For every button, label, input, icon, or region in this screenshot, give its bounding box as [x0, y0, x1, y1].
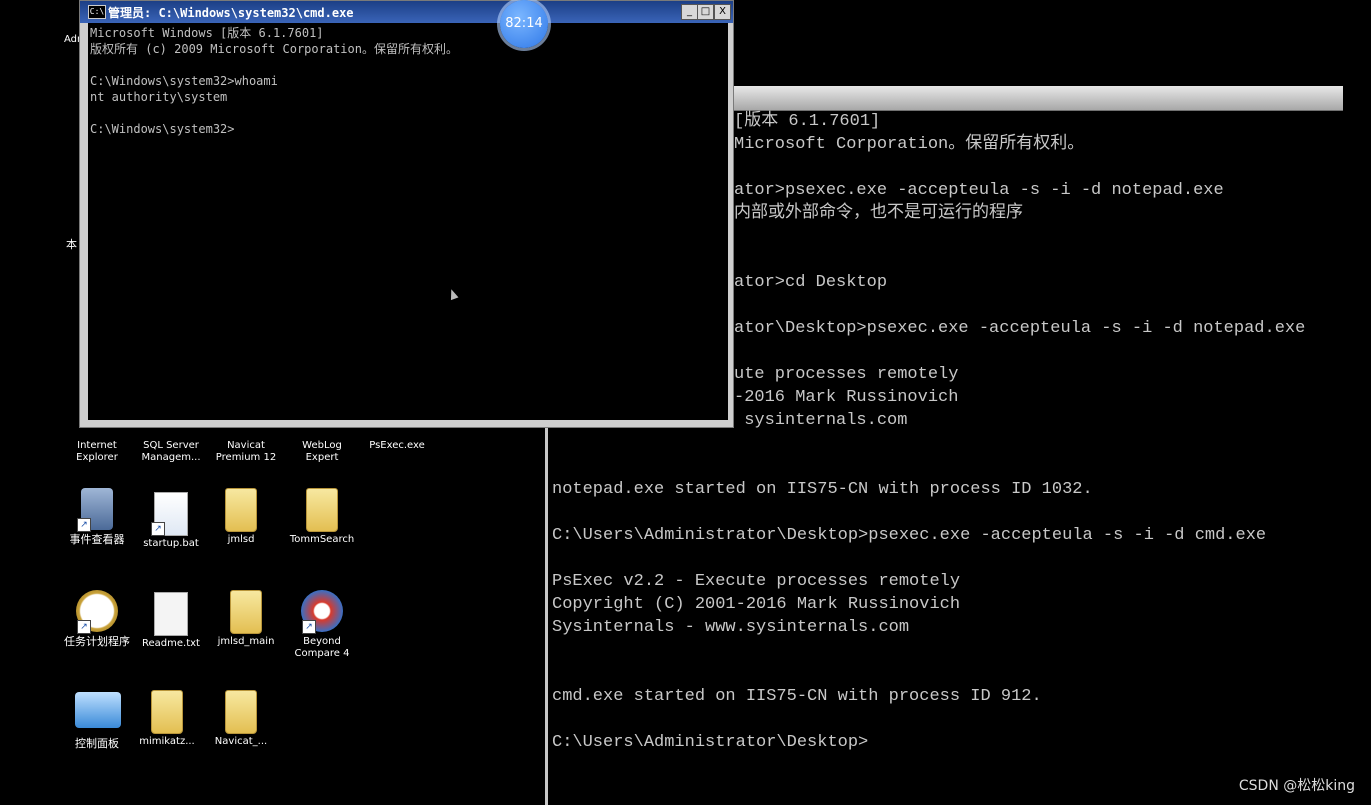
shortcut-arrow-icon: ↗: [77, 620, 91, 634]
startup-bat-icon: ↗: [149, 492, 193, 536]
desktop-icon-task-scheduler[interactable]: ↗ 任务计划程序: [64, 590, 130, 648]
icon-label: 控制面板: [75, 737, 119, 750]
event-viewer-icon: ↗: [75, 488, 119, 532]
console-line: Microsoft Corporation。保留所有权利。: [734, 135, 1085, 154]
console-line: ator>psexec.exe -accepteula -s -i -d not…: [734, 181, 1224, 200]
maximize-button[interactable]: □: [697, 4, 714, 20]
background-console-title-end: [1343, 86, 1371, 110]
desktop-icon-event-viewer[interactable]: ↗ 事件查看器: [64, 488, 130, 546]
console-line: nt authority\system: [90, 90, 228, 104]
desktop-icon-tommsearch[interactable]: TommSearch: [289, 488, 355, 546]
icon-label: jmlsd_main: [217, 636, 275, 647]
shortcut-arrow-icon: ↗: [302, 620, 316, 634]
icon-label: Beyond Compare 4: [294, 636, 350, 659]
cmd-window-title: 管理员: C:\Windows\system32\cmd.exe: [108, 6, 354, 20]
desktop-icon-readme[interactable]: Readme.txt: [138, 592, 204, 650]
cmd-output-area[interactable]: Microsoft Windows [版本 6.1.7601] 版权所有 (c) …: [88, 23, 728, 420]
cmd-titlebar[interactable]: C:\ 管理员: C:\Windows\system32\cmd.exe _ □…: [80, 1, 733, 23]
folder-icon: [300, 488, 344, 532]
icon-label: startup.bat: [143, 538, 199, 549]
folder-icon: [224, 590, 268, 634]
icon-label: SQL Server Managem...: [141, 440, 201, 463]
console-line: PsExec v2.2 - Execute processes remotely: [552, 572, 961, 591]
shortcut-arrow-icon: ↗: [77, 518, 91, 532]
console-line: 内部或外部命令，也不是可运行的程序: [734, 204, 1023, 223]
text-file-icon: [149, 592, 193, 636]
desktop-icon-navicat-folder[interactable]: Navicat_...: [208, 690, 274, 748]
cmd-app-icon: C:\: [88, 5, 106, 19]
icon-label: PsExec.exe: [369, 440, 425, 451]
desktop-icon-beyond-compare[interactable]: ↗ Beyond Compare 4: [289, 590, 355, 660]
beyond-compare-icon: ↗: [300, 590, 344, 634]
console-line: ator\Desktop>psexec.exe -accepteula -s -…: [734, 319, 1306, 338]
console-line: sysinternals.com: [734, 411, 908, 430]
icon-label: Internet Explorer: [76, 440, 118, 463]
recording-timer-badge: 82:14: [500, 0, 548, 48]
desktop-icon-jmlsd[interactable]: jmlsd: [208, 488, 274, 546]
icon-label: Navicat_...: [214, 736, 268, 747]
console-line: C:\Users\Administrator\Desktop>psexec.ex…: [552, 526, 1267, 545]
folder-icon: [145, 690, 189, 734]
console-line: cmd.exe started on IIS75-CN with process…: [552, 687, 1042, 706]
watermark: CSDN @松松king: [1238, 778, 1355, 794]
desktop-partial-label-local: 本: [66, 238, 77, 251]
icon-label: 事件查看器: [69, 533, 125, 546]
shortcut-arrow-icon: ↗: [151, 522, 165, 536]
close-button[interactable]: X: [714, 4, 731, 20]
console-line: ator>cd Desktop: [734, 273, 888, 292]
console-line: C:\Windows\system32>whoami: [90, 74, 278, 88]
control-panel-icon: [75, 692, 121, 736]
desktop-icon-jmlsd-main[interactable]: jmlsd_main: [213, 590, 279, 648]
console-line: notepad.exe started on IIS75-CN with pro…: [552, 480, 1093, 499]
icon-label: TommSearch: [289, 534, 355, 545]
console-line: ute processes remotely: [734, 365, 959, 384]
desktop-icon-mimikatz[interactable]: mimikatz...: [134, 690, 200, 748]
console-line: C:\Users\Administrator\Desktop>: [552, 733, 869, 752]
icon-label: Readme.txt: [142, 638, 200, 649]
icon-label: WebLog Expert: [302, 440, 342, 463]
icon-label: jmlsd: [227, 534, 255, 545]
cmd-window[interactable]: C:\ 管理员: C:\Windows\system32\cmd.exe _ □…: [79, 0, 734, 428]
console-line: Microsoft Windows [版本 6.1.7601]: [90, 26, 324, 40]
console-line: 版权所有 (c) 2009 Microsoft Corporation。保留所有…: [90, 42, 458, 56]
minimize-button[interactable]: _: [681, 4, 698, 20]
icon-label: mimikatz...: [139, 736, 195, 747]
console-line: Sysinternals - www.sysinternals.com: [552, 618, 910, 637]
icon-label: Navicat Premium 12: [215, 440, 277, 463]
console-line: [版本 6.1.7601]: [734, 112, 881, 131]
console-line: C:\Windows\system32>: [90, 122, 235, 136]
folder-icon: [219, 690, 263, 734]
desktop-icon-control-panel[interactable]: 控制面板: [64, 692, 130, 750]
console-line: -2016 Mark Russinovich: [734, 388, 959, 407]
folder-icon: [219, 488, 263, 532]
desktop-icon-startup-bat[interactable]: ↗ startup.bat: [138, 492, 204, 550]
clock-icon: ↗: [75, 590, 119, 634]
console-line: Copyright (C) 2001-2016 Mark Russinovich: [552, 595, 961, 614]
icon-label: 任务计划程序: [64, 635, 130, 648]
